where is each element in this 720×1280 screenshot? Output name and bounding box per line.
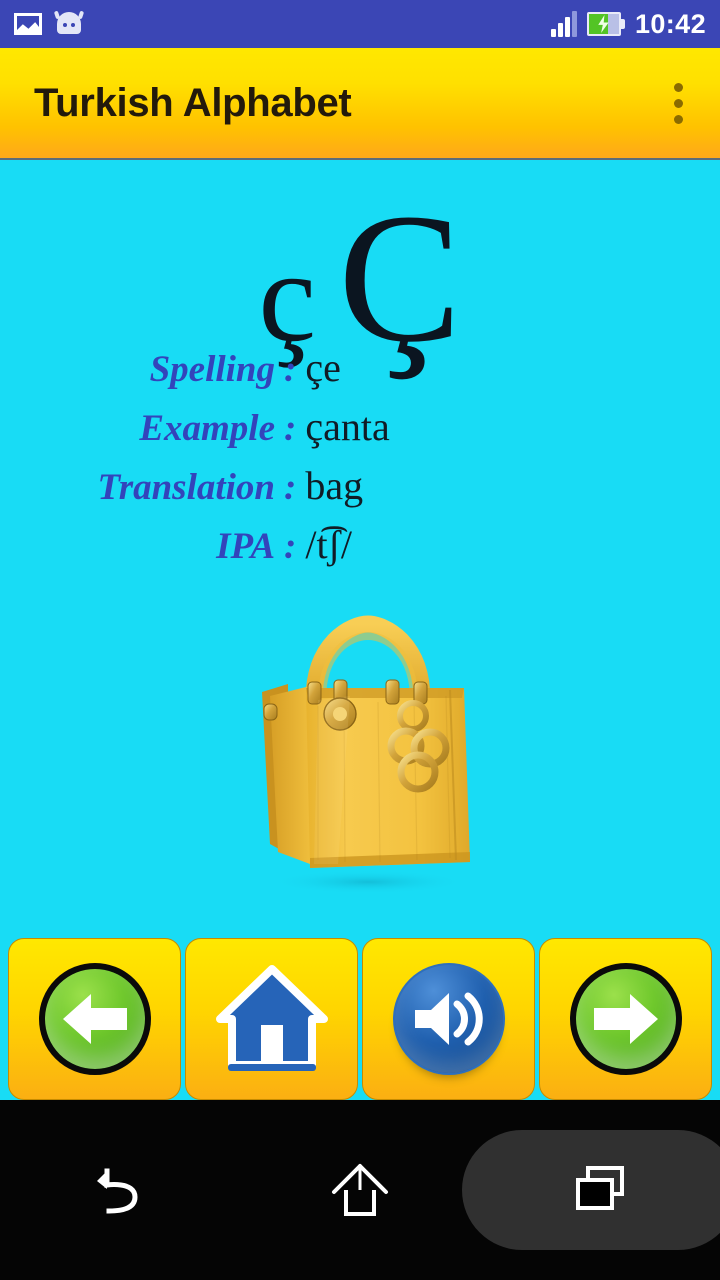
house-icon [215,965,328,1071]
detail-colon: : [284,526,297,567]
previous-button[interactable] [8,938,181,1100]
photo-icon [14,13,42,35]
speaker-icon [414,992,483,1046]
detail-label: Translation [97,467,275,508]
yellow-handbag-image [218,596,508,896]
detail-colon: : [284,349,297,390]
detail-row-example: Example : çanta [0,403,720,462]
recents-squares-icon [576,1166,624,1210]
detail-row-ipa: IPA : /t͡ʃ/ [0,521,720,580]
system-back-button[interactable] [0,1100,240,1280]
android-head-icon [53,10,85,36]
detail-label: Spelling [149,349,275,390]
detail-value-translation: bag [305,463,364,508]
detail-colon: : [284,408,297,449]
status-bar: 10:42 [0,0,720,48]
detail-row-translation: Translation : bag [0,462,720,521]
system-home-button[interactable] [240,1100,480,1280]
app-title-bar: Turkish Alphabet [0,48,720,160]
page-title: Turkish Alphabet [34,80,352,125]
sound-button[interactable] [362,938,535,1100]
home-button[interactable] [185,938,358,1100]
previous-button-circle [38,963,151,1075]
detail-row-spelling: Spelling : çe [0,344,720,403]
status-bar-left-icons [14,10,85,36]
back-arrow-icon [97,1168,138,1214]
detail-value-ipa: /t͡ʃ/ [305,522,352,567]
detail-value-spelling: çe [305,345,341,390]
next-button[interactable] [539,938,712,1100]
overflow-dot [673,82,683,92]
arrow-left-icon [62,994,127,1044]
overflow-menu-button[interactable] [658,73,698,133]
status-bar-clock: 10:42 [634,8,706,39]
status-bar-right-icons: 10:42 [550,8,706,39]
signal-icon [550,11,577,37]
home-outline-icon [332,1164,388,1216]
overflow-dot [673,114,683,124]
app-screen: 10:42 Turkish Alphabet çÇ Spelling : çe … [0,0,720,1280]
detail-label: Example [139,408,275,449]
system-recents-button[interactable] [462,1100,720,1280]
detail-colon: : [284,467,297,508]
overflow-dot [673,98,683,108]
detail-label: IPA [216,526,275,567]
letter-details: Spelling : çe Example : çanta Translatio… [0,344,720,580]
next-button-circle [569,963,682,1075]
sound-button-circle [392,963,505,1075]
app-navigation-buttons [0,938,720,1100]
arrow-right-icon [593,994,658,1044]
battery-charging-icon [586,12,625,36]
system-navigation-bar [0,1100,720,1280]
detail-value-example: çanta [305,404,390,449]
